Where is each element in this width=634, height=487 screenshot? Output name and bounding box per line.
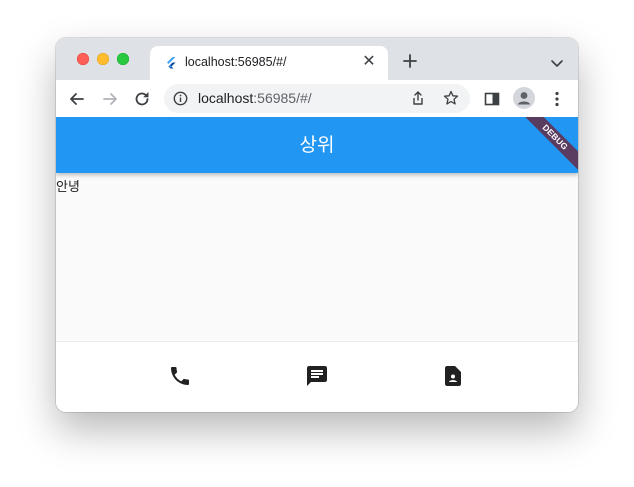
browser-window: localhost:56985/#/ ✕ localhost:56985/#/ … <box>56 38 578 412</box>
info-icon[interactable] <box>173 91 189 107</box>
page-title: 상위 <box>299 134 335 156</box>
body-text: 안녕 <box>56 180 80 195</box>
chat-icon[interactable] <box>305 364 329 388</box>
close-window-button[interactable] <box>77 53 89 65</box>
close-icon[interactable]: ✕ <box>360 53 378 71</box>
arrow-left-icon[interactable] <box>67 89 87 109</box>
more-vert-icon[interactable] <box>547 89 567 109</box>
flutter-app: 상위 DEBUG 안녕 <box>56 117 578 412</box>
side-panel-icon[interactable] <box>482 89 502 109</box>
address-bar[interactable]: localhost:56985/#/ <box>164 84 470 113</box>
url-host: localhost <box>198 90 254 106</box>
app-bar: 상위 DEBUG <box>56 117 578 178</box>
bottom-navigation-bar <box>56 341 578 412</box>
arrow-right-icon[interactable] <box>100 89 120 109</box>
minimize-window-button[interactable] <box>97 53 109 65</box>
plus-icon[interactable] <box>400 51 420 71</box>
flutter-icon <box>164 56 178 70</box>
url-path: :56985/#/ <box>253 90 312 106</box>
tab-title: localhost:56985/#/ <box>185 55 287 69</box>
star-icon[interactable] <box>443 90 459 106</box>
chevron-down-icon[interactable] <box>550 55 564 67</box>
phone-icon[interactable] <box>168 364 192 388</box>
url-text: localhost:56985/#/ <box>198 90 312 106</box>
profile-avatar-icon[interactable] <box>513 87 535 109</box>
share-icon[interactable] <box>410 90 426 106</box>
tab-strip: localhost:56985/#/ ✕ <box>56 38 578 80</box>
reload-icon[interactable] <box>132 89 152 109</box>
browser-tab[interactable]: localhost:56985/#/ ✕ <box>150 46 388 80</box>
contact-document-icon[interactable] <box>441 364 465 388</box>
zoom-window-button[interactable] <box>117 53 129 65</box>
browser-toolbar: localhost:56985/#/ <box>56 80 578 117</box>
